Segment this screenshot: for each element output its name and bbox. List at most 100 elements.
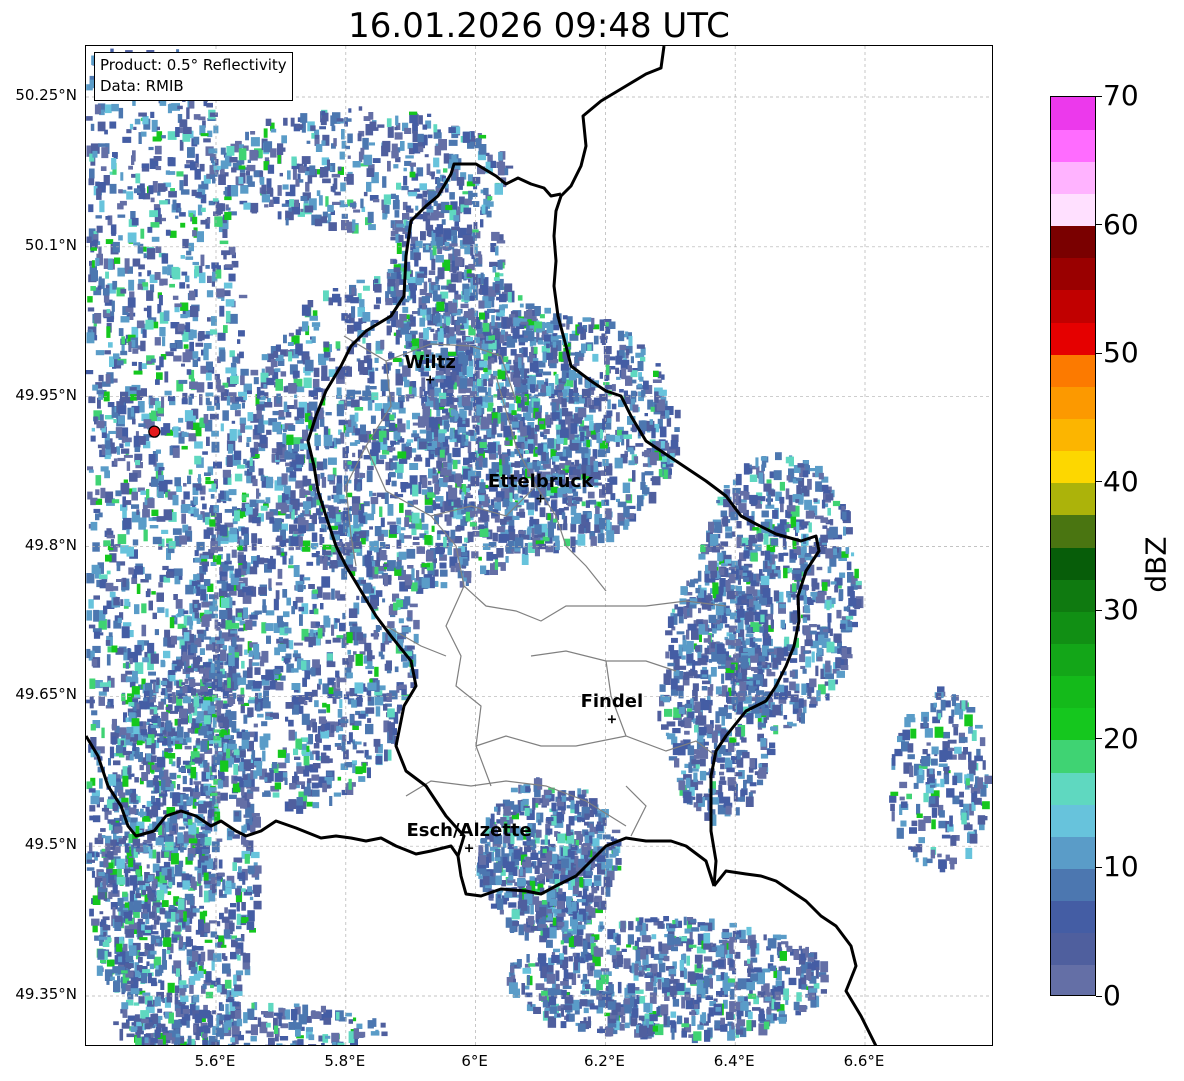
echo-cell (107, 701, 111, 707)
echo-cell (117, 446, 121, 455)
echo-cell (521, 443, 525, 450)
echo-cell (155, 449, 161, 454)
echo-cell (332, 293, 341, 303)
echo-cell (182, 793, 189, 800)
echo-cell (439, 449, 445, 458)
echo-cell (99, 200, 105, 213)
echo-cell (597, 502, 601, 507)
echo-cell (195, 785, 198, 792)
echo-cell (127, 963, 132, 970)
echo-cell (136, 583, 141, 594)
echo-cell (517, 414, 522, 421)
echo-cell (185, 936, 192, 947)
echo-cell (138, 956, 143, 963)
echo-cell (568, 369, 577, 381)
echo-cell (122, 136, 132, 143)
echo-cell (156, 592, 164, 602)
echo-cell (159, 327, 166, 337)
echo-cell (150, 397, 156, 406)
echo-cell (514, 370, 521, 378)
echo-cell (166, 688, 172, 693)
echo-cell (180, 995, 189, 1002)
echo-cell (391, 480, 397, 487)
echo-cell (181, 363, 185, 367)
echo-cell (313, 367, 320, 378)
echo-cell (477, 386, 487, 393)
echo-cell (116, 360, 124, 366)
echo-cell (169, 905, 175, 910)
echo-cell (187, 147, 195, 158)
echo-cell (148, 892, 155, 901)
echo-cell (395, 373, 403, 386)
echo-cell (149, 210, 158, 218)
echo-cell (93, 609, 99, 622)
echo-cell (99, 778, 103, 789)
echo-cell (477, 378, 482, 386)
echo-cell (147, 305, 152, 318)
echo-cell (288, 425, 296, 431)
echo-cell (443, 469, 452, 476)
echo-cell (476, 404, 482, 416)
echo-cell (247, 886, 253, 892)
echo-cell (147, 875, 154, 882)
echo-cell (186, 1020, 190, 1028)
echo-cell (183, 483, 187, 487)
echo-cell (323, 458, 328, 470)
echo-cell (166, 571, 174, 578)
echo-cell (189, 212, 194, 218)
echo-cell (597, 533, 605, 544)
echo-cell (369, 526, 373, 530)
echo-cell (239, 539, 244, 547)
echo-cell (161, 688, 166, 696)
echo-cell (121, 1002, 129, 1010)
echo-cell (222, 879, 226, 891)
echo-cell (555, 540, 560, 551)
echo-cell (535, 328, 542, 333)
echo-cell (165, 720, 172, 732)
echo-cell (187, 819, 193, 825)
echo-cell (508, 525, 515, 532)
echo-cell (138, 362, 143, 372)
echo-cell (164, 371, 169, 383)
echo-cell (182, 775, 187, 785)
echo-cell (189, 341, 194, 352)
echo-cell (599, 393, 608, 402)
echo-cell (162, 796, 167, 806)
echo-cell (636, 344, 645, 349)
echo-cell (242, 874, 246, 885)
echo-cell (426, 307, 432, 316)
echo-cell (158, 480, 168, 492)
echo-cell (222, 410, 229, 421)
echo-cell (629, 449, 635, 455)
echo-cell (136, 509, 140, 515)
echo-cell (525, 450, 529, 454)
echo-cell (86, 116, 93, 121)
echo-cell (404, 379, 410, 388)
echo-cell (272, 421, 282, 432)
echo-cell (126, 726, 134, 734)
echo-cell (150, 931, 159, 935)
echo-cell (90, 435, 96, 442)
echo-cell (86, 781, 93, 790)
echo-cell (246, 442, 250, 447)
echo-cell (608, 321, 616, 329)
echo-cell (303, 377, 312, 388)
echo-cell (150, 358, 156, 363)
echo-cell (542, 451, 546, 461)
echo-cell (567, 497, 572, 507)
echo-cell (183, 126, 192, 134)
echo-cell (157, 304, 162, 314)
radar-map[interactable]: Wiltz Ettelbruck Findel Esch/Alzette (85, 45, 993, 1046)
echo-cell (240, 375, 245, 386)
echo-cell (285, 462, 291, 467)
echo-cell (112, 883, 118, 894)
echo-cell (123, 943, 128, 952)
echo-cell (327, 475, 334, 481)
echo-cell (127, 980, 134, 984)
echo-cell (315, 388, 323, 392)
echo-cell (229, 429, 237, 441)
echo-cell (285, 412, 292, 418)
echo-cell (397, 423, 406, 433)
echo-cell (246, 921, 255, 930)
echo-cell (163, 310, 170, 321)
